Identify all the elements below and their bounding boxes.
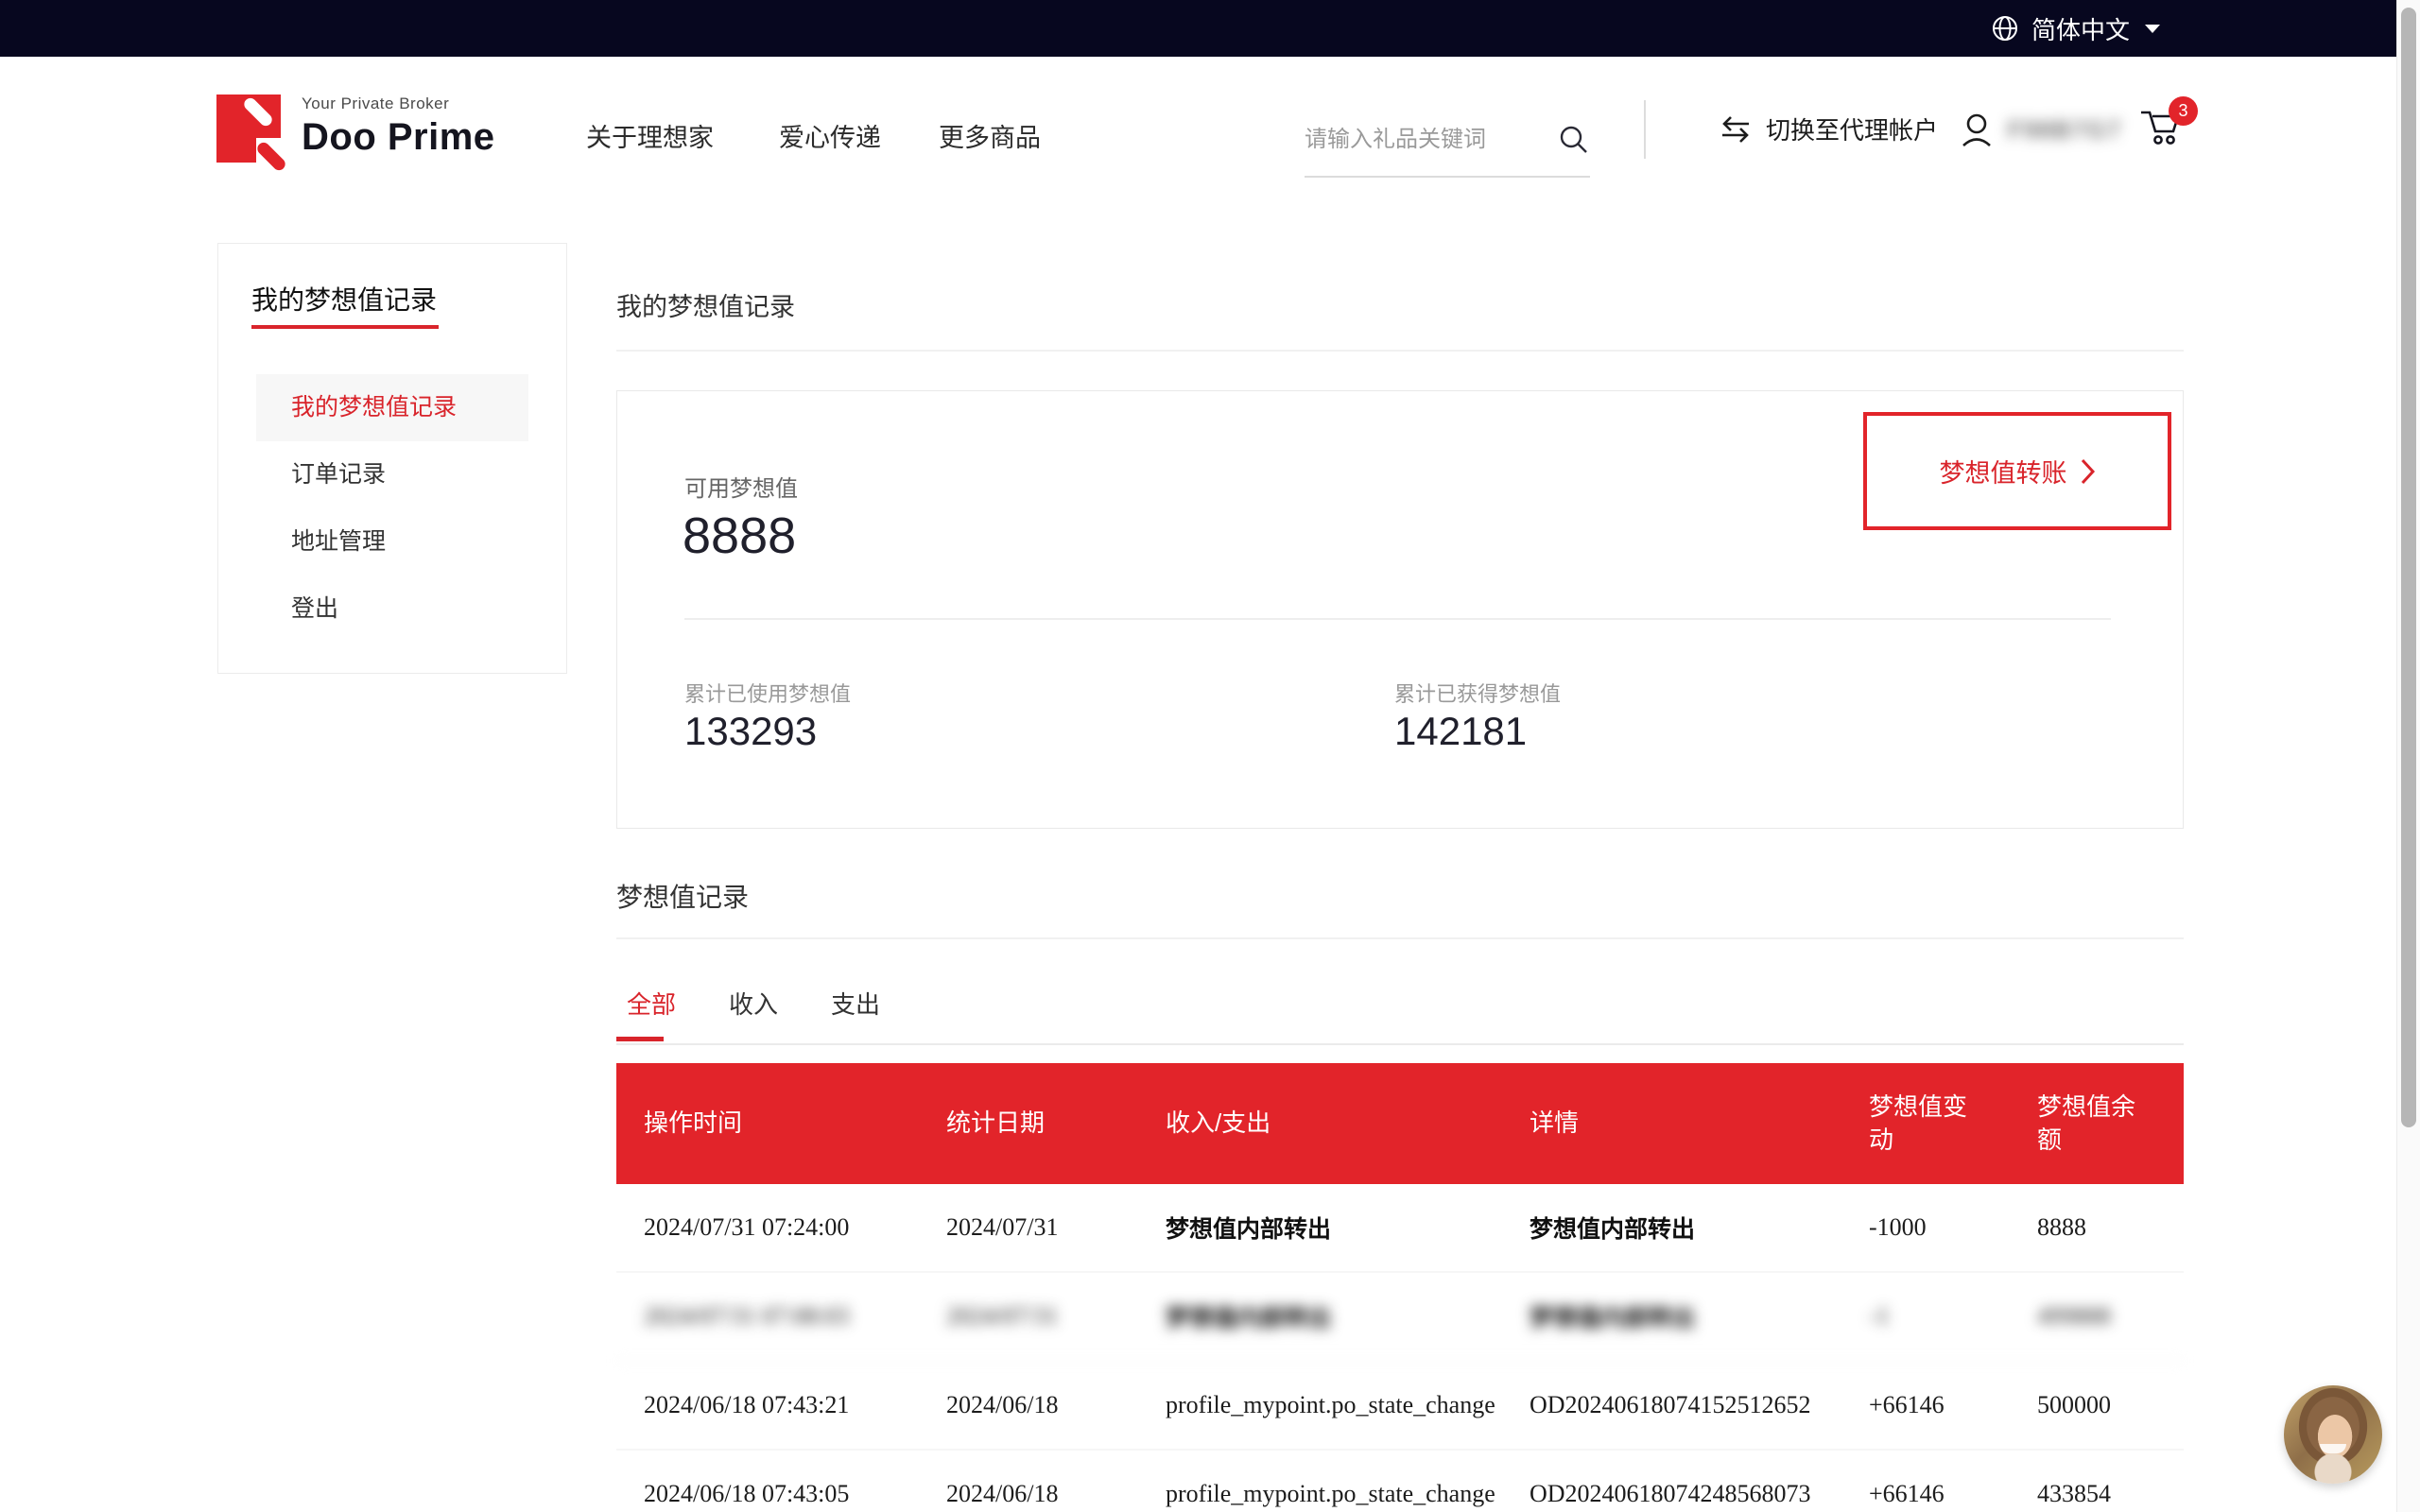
earned-dream-value: 142181 [1394,709,1527,754]
available-dream-value: 8888 [683,507,796,565]
logo[interactable]: Your Private Broker Doo Prime [216,94,495,163]
tab-income[interactable]: 收入 [729,986,778,1021]
available-dream-value-label: 可用梦想值 [684,470,798,503]
chevron-right-icon [2081,458,2096,485]
cell-time: 2024/07/31 07:24:00 [644,1213,946,1242]
logo-brand: Doo Prime [302,116,495,159]
table-row: 2024/06/18 07:43:052024/06/18profile_myp… [616,1451,2184,1512]
used-dream-value-label: 累计已使用梦想值 [684,678,851,708]
column-header: 梦想值余额 [2037,1091,2184,1157]
records-section-title: 梦想值记录 [616,877,749,915]
cell-type: profile_mypoint.po_state_change [1166,1391,1530,1419]
table-row: 2024/07/31 07:08:032024/07/31梦想值内部转出梦想值内… [616,1273,2184,1362]
sidebar-item-dream-records[interactable]: 我的梦想值记录 [256,374,528,441]
cell-time: 2024/06/18 07:43:21 [644,1391,946,1419]
cell-detail: OD20240618074152512652 [1530,1391,1869,1419]
cell-time: 2024/06/18 07:43:05 [644,1480,946,1508]
cell-balance: 500000 [2037,1391,2184,1419]
cell-change: -1 [1869,1302,2037,1331]
cell-detail: 梦想值内部转出 [1530,1211,1869,1245]
cell-type: 梦想值内部转出 [1166,1211,1530,1245]
main-content: 我的梦想值记录 可用梦想值 8888 梦想值转账 累计已使用梦想值 133293… [616,0,2184,1512]
sidebar-item-address-management[interactable]: 地址管理 [256,508,528,576]
dream-value-transfer-button[interactable]: 梦想值转账 [1863,412,2171,530]
cell-date: 2024/06/18 [946,1480,1166,1508]
active-tab-underline [616,1037,664,1041]
table-row: 2024/07/31 07:24:002024/07/31梦想值内部转出梦想值内… [616,1184,2184,1273]
cell-change: -1000 [1869,1213,2037,1242]
transfer-label: 梦想值转账 [1940,453,2067,490]
scrollbar-track [2396,0,2420,1512]
sidebar-title-underline [251,325,439,329]
cell-type: 梦想值内部转出 [1166,1299,1530,1333]
cell-detail: OD20240618074248568073 [1530,1480,1869,1508]
earned-dream-value-label: 累计已获得梦想值 [1394,678,1561,708]
column-header: 操作时间 [644,1107,946,1140]
cell-date: 2024/06/18 [946,1391,1166,1419]
scrollbar-thumb[interactable] [2401,8,2416,1127]
support-chat-avatar[interactable] [2284,1385,2382,1484]
sidebar-item-order-records[interactable]: 订单记录 [256,441,528,508]
page-title: 我的梦想值记录 [616,286,795,323]
divider [616,350,2184,352]
page: 简体中文 Your Private Broker Doo Prime 关于理想家… [0,0,2420,1512]
cell-detail: 梦想值内部转出 [1530,1299,1869,1333]
dream-value-summary-card: 可用梦想值 8888 梦想值转账 累计已使用梦想值 133293 累计已获得梦想… [616,390,2184,829]
column-header: 收入/支出 [1166,1107,1530,1140]
table-header: 操作时间统计日期收入/支出详情梦想值变动梦想值余额 [616,1063,2184,1184]
column-header: 统计日期 [946,1107,1166,1140]
table-body: 2024/07/31 07:24:002024/07/31梦想值内部转出梦想值内… [616,1184,2184,1512]
cell-type: profile_mypoint.po_state_change [1166,1480,1530,1508]
sidebar-title: 我的梦想值记录 [251,280,437,318]
cell-balance: 499888 [2037,1302,2184,1331]
cell-change: +66146 [1869,1391,2037,1419]
cell-date: 2024/07/31 [946,1213,1166,1242]
column-header: 详情 [1530,1107,1869,1140]
cell-date: 2024/07/31 [946,1302,1166,1331]
logo-tagline: Your Private Broker [302,94,495,113]
used-dream-value: 133293 [684,709,817,754]
cell-change: +66146 [1869,1480,2037,1508]
records-tabs: 全部 收入 支出 [627,986,880,1021]
sidebar: 我的梦想值记录 我的梦想值记录 订单记录 地址管理 登出 [217,243,567,674]
tabs-divider [616,1043,2184,1045]
sidebar-menu: 我的梦想值记录 订单记录 地址管理 登出 [256,374,528,643]
table-row: 2024/06/18 07:43:212024/06/18profile_myp… [616,1362,2184,1451]
sidebar-item-logout[interactable]: 登出 [256,576,528,643]
doo-prime-logo-icon [216,94,281,163]
card-divider [684,618,2111,620]
column-header: 梦想值变动 [1869,1091,2037,1157]
tab-all[interactable]: 全部 [627,986,676,1021]
tab-expense[interactable]: 支出 [831,986,880,1021]
cell-time: 2024/07/31 07:08:03 [644,1302,946,1331]
cell-balance: 8888 [2037,1213,2184,1242]
cell-balance: 433854 [2037,1480,2184,1508]
divider [616,937,2184,939]
